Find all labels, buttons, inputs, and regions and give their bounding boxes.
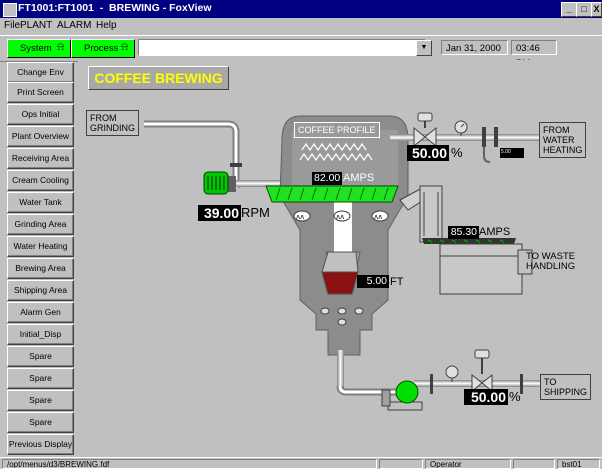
paddle-icons: ᴧᴧ ᴧᴧ ᴧᴧ [293,210,389,222]
coffee-container [321,271,359,295]
shipping-pump [381,380,423,411]
conveyor-amps-value: 85.30 [448,226,479,239]
svg-text:ᴧᴧ: ᴧᴧ [296,213,304,221]
svg-text:ᴧᴧ: ᴧᴧ [336,213,344,221]
agitator-conveyor [265,185,399,203]
status-bar: /opt/menus/d3/BREWING.fdf Operator bst01 [0,457,602,469]
svg-text:ᴧᴧ: ᴧᴧ [374,213,382,221]
grinder-motor [203,171,236,195]
grinder-rpm-unit: RPM [241,205,270,220]
pressure-gauge [445,365,459,379]
agitator-amps-unit: AMPS [343,172,375,184]
center-column [334,200,352,252]
water-valve [413,112,437,148]
diagram-title: COFFEE BREWING [88,66,229,90]
pipe-flange [230,163,242,167]
discharge-pipe [337,350,344,388]
coffee-profile-label: COFFEE PROFILE [294,122,380,138]
flow-small-value: 5.00 [501,149,511,155]
from-grinding-label: FROM GRINDING [86,110,139,136]
water-valve-percent: 50.00 [407,145,449,161]
waste-conveyor [419,185,533,295]
shipping-valve-percent: 50.00 [464,389,508,405]
water-valve-unit: % [451,145,463,160]
grinder-rpm-value: 39.00 [198,205,241,221]
to-shipping-label: TO SHIPPING [540,374,592,400]
level-unit: FT [390,276,404,288]
conveyor-amps-unit: AMPS [479,226,511,238]
agitator-amps-value: 82.00 [312,172,342,185]
from-water-heating-label: FROM WATER HEATING [539,122,587,158]
to-waste-label: TO WASTE HANDLING [526,251,576,272]
level-value: 5.00 [357,275,389,288]
shipping-valve-unit: % [509,389,521,404]
water-inlet-pipe [390,134,540,141]
